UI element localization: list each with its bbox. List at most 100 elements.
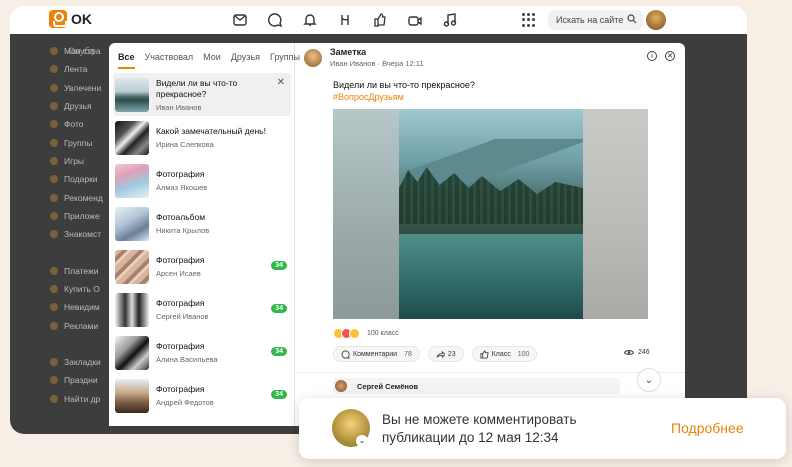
post-author[interactable]: Иван Иванов bbox=[330, 59, 375, 68]
search-icon[interactable] bbox=[627, 14, 637, 24]
discussion-title: Фотография bbox=[156, 384, 205, 394]
like-button[interactable]: Класс 100 bbox=[471, 346, 538, 362]
tab-0[interactable]: Все bbox=[118, 52, 135, 69]
discussion-item[interactable]: Фотография Сергей Иванов 34 bbox=[109, 288, 295, 331]
post-time: Вчера 12:11 bbox=[382, 59, 424, 68]
discussion-title: Фотография bbox=[156, 341, 205, 351]
search-input[interactable]: Искать на сайте bbox=[548, 10, 643, 30]
toast-message: Вы не можете комментировать публикации д… bbox=[382, 412, 577, 445]
info-icon[interactable]: i bbox=[647, 51, 657, 61]
discussion-item[interactable]: Фотография Арсен Исаев 34 bbox=[109, 245, 295, 288]
shares-count: 23 bbox=[447, 350, 456, 358]
lake-photo bbox=[399, 109, 583, 319]
video-icon[interactable] bbox=[407, 12, 423, 28]
bell-icon[interactable] bbox=[302, 12, 318, 28]
sidebar-item-icon bbox=[50, 175, 58, 184]
chat-icon[interactable] bbox=[267, 12, 283, 28]
discussion-item[interactable]: Фотография Андрей Федотов 34 bbox=[109, 374, 295, 417]
sidebar-item-icon bbox=[50, 230, 58, 239]
post-author-avatar[interactable] bbox=[304, 48, 322, 67]
comments-label: Комментарии bbox=[353, 350, 398, 358]
discussions-panel: Все Участвовал Мои Друзья Группы Видели ли в… bbox=[109, 43, 685, 426]
post-type-label: Заметка bbox=[330, 47, 367, 57]
discussion-text: Фотоальбом Никита Крылов bbox=[156, 212, 284, 235]
post-photo[interactable] bbox=[333, 109, 648, 319]
apps-grid-icon[interactable] bbox=[522, 13, 536, 27]
sidebar-item-label: Приложе bbox=[64, 210, 100, 221]
sidebar-item-icon bbox=[50, 120, 58, 129]
ok-logo-icon bbox=[49, 10, 67, 28]
comments-button[interactable]: Комментарии 78 bbox=[333, 346, 420, 362]
music-icon[interactable] bbox=[442, 12, 458, 28]
discussion-thumbnail bbox=[115, 378, 149, 413]
sidebar-item-label: Мои стра bbox=[64, 46, 101, 57]
sidebar-item-icon bbox=[50, 394, 58, 403]
comment-author-avatar[interactable] bbox=[335, 380, 347, 392]
sidebar-item-icon bbox=[50, 138, 58, 147]
discussion-thumbnail bbox=[115, 206, 149, 241]
sidebar-item-label: Реклами bbox=[64, 320, 99, 331]
ok-logo[interactable]: OK bbox=[49, 10, 92, 28]
reactions-summary[interactable]: 100 класс bbox=[333, 328, 399, 339]
like-icon[interactable] bbox=[372, 12, 388, 28]
discussion-thumbnail bbox=[115, 77, 149, 112]
discussion-thumbnail bbox=[115, 335, 149, 370]
scroll-down-button[interactable]: ⌄ bbox=[637, 368, 661, 392]
post-header: Заметка Иван Иванов · Вчера 12:11 bbox=[304, 47, 424, 68]
discussion-thumbnail bbox=[115, 249, 149, 284]
discussion-title: Какой замечательный день! bbox=[156, 126, 266, 136]
discussion-title: Фотография bbox=[156, 169, 205, 179]
discussion-text: Фотография Андрей Федотов bbox=[156, 384, 284, 407]
likes-label: Класс bbox=[491, 350, 511, 358]
sidebar-item-label: Закладки bbox=[64, 357, 101, 368]
friends-icon[interactable] bbox=[337, 12, 353, 28]
laugh-emoji-icon bbox=[349, 328, 360, 339]
likes-count: 100 bbox=[517, 350, 530, 358]
discussion-text: Фотография Арсен Исаев bbox=[156, 255, 284, 278]
discussion-title: Видели ли вы что-то прекрасное? bbox=[156, 77, 238, 99]
divider bbox=[296, 372, 685, 373]
discussion-item[interactable]: Фотография Алина Васильева 34 bbox=[109, 331, 295, 374]
sidebar-item-icon bbox=[50, 266, 58, 275]
tab-2[interactable]: Мои bbox=[203, 52, 221, 71]
post-meta: Иван Иванов · Вчера 12:11 bbox=[330, 59, 424, 68]
sidebar-item-label: Игры bbox=[64, 155, 85, 166]
filter-tabs: Все Участвовал Мои Друзья Группы bbox=[109, 43, 300, 71]
discussion-item[interactable]: Видели ли вы что-то прекрасное? Иван Иван… bbox=[113, 73, 291, 116]
comment-author[interactable]: Сергей Семёнов bbox=[357, 382, 418, 391]
discussion-item[interactable]: Какой замечательный день! Ирина Слепкова bbox=[109, 116, 295, 159]
discussion-author: Арсен Исаев bbox=[156, 269, 201, 278]
discussion-item[interactable]: Фотография Алмаз Якошев bbox=[109, 159, 295, 202]
sidebar-item-icon bbox=[50, 83, 58, 92]
sidebar-item-label: Фото bbox=[64, 119, 84, 130]
discussions-list-pane: Все Участвовал Мои Друзья Группы Видели ли в… bbox=[109, 43, 300, 426]
lake-water bbox=[399, 234, 583, 319]
discussion-author: Никита Крылов bbox=[156, 226, 210, 235]
sidebar-item-icon bbox=[50, 193, 58, 202]
close-icon[interactable]: ✕ bbox=[277, 77, 285, 88]
search-placeholder: Искать на сайте bbox=[556, 15, 624, 25]
sidebar-item-label: Праздни bbox=[64, 375, 98, 386]
post-hashtag[interactable]: #ВопросДрузьям bbox=[333, 92, 404, 102]
sidebar-item-icon bbox=[50, 321, 58, 330]
comment-item[interactable]: Сергей Семёнов bbox=[333, 378, 620, 394]
discussion-title: Фотография bbox=[156, 255, 205, 265]
discussion-item[interactable]: Фотоальбом Никита Крылов bbox=[109, 202, 295, 245]
sidebar-item-label: Платежи bbox=[64, 265, 99, 276]
sidebar-item-label: Друзья bbox=[64, 101, 92, 112]
mute-icon[interactable]: ✕ bbox=[665, 51, 675, 61]
discussion-thumbnail bbox=[115, 292, 149, 327]
discussion-author: Андрей Федотов bbox=[156, 398, 214, 407]
comment-icon bbox=[341, 349, 350, 359]
sidebar-item-label: Купить О bbox=[64, 284, 100, 294]
tab-3[interactable]: Друзья bbox=[231, 52, 260, 71]
unread-badge: 34 bbox=[271, 347, 287, 356]
post-view: Заметка Иван Иванов · Вчера 12:11 i ✕ Ви… bbox=[296, 43, 685, 426]
mail-icon[interactable] bbox=[232, 12, 248, 28]
more-link[interactable]: Подробнее bbox=[671, 420, 744, 436]
share-button[interactable]: 23 bbox=[427, 346, 464, 362]
chevron-down-icon: ⌄ bbox=[356, 435, 368, 447]
reactions-count: 100 класс bbox=[367, 330, 399, 337]
tab-1[interactable]: Участвовал bbox=[145, 52, 194, 71]
user-avatar[interactable] bbox=[646, 10, 666, 30]
